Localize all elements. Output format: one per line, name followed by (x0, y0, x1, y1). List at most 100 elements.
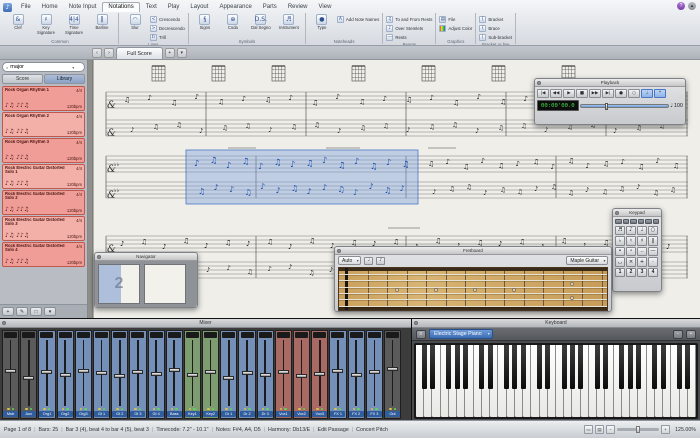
fader-handle[interactable] (151, 372, 162, 376)
edit-idea-button[interactable]: ✎ (16, 307, 28, 316)
ideas-search-input[interactable] (10, 64, 70, 70)
fader-handle[interactable] (351, 373, 362, 377)
sub-bracket-button[interactable]: ⌊Sub-bracket (479, 33, 512, 41)
black-key[interactable] (463, 345, 468, 389)
fretboard-title-bar[interactable]: Fretboard (335, 247, 611, 255)
keypad-key[interactable]: ◡ (615, 257, 625, 267)
keyboard-title-bar[interactable]: Keyboard (412, 319, 700, 328)
stop-button[interactable]: ■ (576, 89, 588, 98)
black-key[interactable] (430, 345, 435, 389)
mute-indicator[interactable] (298, 408, 301, 411)
solo-indicator[interactable] (66, 408, 69, 411)
solo-indicator[interactable] (394, 408, 397, 411)
solo-indicator[interactable] (121, 408, 124, 411)
solo-indicator[interactable] (212, 408, 215, 411)
mixer-strip-vox2[interactable]: Vox2 (293, 330, 310, 419)
keypad-layout-tab[interactable] (623, 219, 630, 224)
rests-button[interactable]: —Rests (386, 33, 432, 41)
fader-handle[interactable] (78, 369, 89, 373)
solo-indicator[interactable] (157, 408, 160, 411)
fader-handle[interactable] (387, 367, 398, 371)
close-icon[interactable] (414, 321, 418, 325)
mixer-strip-mstr[interactable]: Mstr (2, 330, 19, 419)
graphic-file-button[interactable]: ▤File (439, 15, 472, 23)
coda-button[interactable]: ⊕Coda (220, 13, 246, 31)
mute-indicator[interactable] (153, 408, 156, 411)
solo-indicator[interactable] (375, 408, 378, 411)
slur-button[interactable]: ◠Slur (122, 13, 148, 31)
close-icon[interactable] (615, 211, 619, 215)
playback-title-bar[interactable]: Playback (535, 79, 685, 87)
clef-button[interactable]: &Clef (5, 13, 31, 31)
mute-indicator[interactable] (171, 408, 174, 411)
idea-item[interactable]: Rock Electric Guitar Distorted Solo 24/4… (2, 190, 85, 215)
keypad-key[interactable]: ‥ (637, 247, 647, 257)
fader-handle[interactable] (314, 372, 325, 376)
instrument-button[interactable]: ♬Instrument (276, 13, 302, 31)
fader-handle[interactable] (96, 371, 107, 375)
mute-indicator[interactable] (7, 408, 10, 411)
mixer-strip-out[interactable]: Out (384, 330, 401, 419)
tab-full-score[interactable]: Full Score (116, 47, 163, 59)
keypad-key[interactable]: ♩ (637, 226, 647, 236)
black-key[interactable] (603, 345, 608, 389)
fader-handle[interactable] (260, 373, 271, 377)
solo-indicator[interactable] (175, 408, 178, 411)
mute-indicator[interactable] (189, 408, 192, 411)
fader-handle[interactable] (5, 369, 16, 373)
fader-handle[interactable] (296, 374, 307, 378)
new-tab-button[interactable]: + (165, 48, 175, 58)
fretboard-note-icon[interactable]: ♩ (364, 257, 373, 265)
solo-indicator[interactable] (139, 408, 142, 411)
mute-indicator[interactable] (43, 408, 46, 411)
black-key[interactable] (652, 345, 657, 389)
idea-menu-button[interactable]: ▾ (44, 307, 56, 316)
ribbon-tab-play[interactable]: Play (163, 3, 185, 12)
mixer-strip-key1[interactable]: Key1 (184, 330, 201, 419)
keypad-key[interactable]: ♮ (626, 236, 636, 246)
ideas-tab-score[interactable]: Score (2, 74, 43, 84)
black-key[interactable] (619, 345, 624, 389)
idea-item[interactable]: Rock Electric Guitar Distorted Solo 14/4… (2, 164, 85, 189)
fader-handle[interactable] (41, 370, 52, 374)
over-stemlets-button[interactable]: ♪Over Stemlets (386, 24, 432, 32)
keypad-key[interactable]: × (626, 257, 636, 267)
black-key[interactable] (570, 345, 575, 389)
mixer-strip-org1[interactable]: Org1 (38, 330, 55, 419)
mixer-strip-dr-2[interactable]: Dr 2 (238, 330, 255, 419)
keypad-key[interactable]: ♬ (615, 226, 625, 236)
black-key[interactable] (595, 345, 600, 389)
idea-info-button[interactable]: □ (30, 307, 42, 316)
navigator-page-thumb[interactable]: 2 (98, 264, 140, 304)
mute-indicator[interactable] (334, 408, 337, 411)
fader-handle[interactable] (223, 376, 234, 380)
mute-indicator[interactable] (62, 408, 65, 411)
mute-indicator[interactable] (316, 408, 319, 411)
black-key[interactable] (422, 345, 427, 389)
mixer-strip-org3[interactable]: Org3 (75, 330, 92, 419)
keyboard-smaller-button[interactable]: − (673, 330, 683, 339)
mixer-strip-org2[interactable]: Org2 (57, 330, 74, 419)
ribbon-tab-text[interactable]: Text (141, 3, 162, 12)
solo-indicator[interactable] (84, 408, 87, 411)
idea-item[interactable]: Rock Electric Guitar Distorted Solo 44/4… (2, 242, 85, 267)
barline-button[interactable]: ‖Barline (89, 13, 115, 31)
black-key[interactable] (562, 345, 567, 389)
ribbon-tab-parts[interactable]: Parts (258, 3, 282, 12)
type-button[interactable]: ●Type (309, 13, 335, 31)
help-icon[interactable]: ? (677, 2, 685, 10)
ribbon-tab-note-input[interactable]: Note Input (64, 3, 102, 12)
solo-indicator[interactable] (48, 408, 51, 411)
keypad-layout-tab[interactable] (645, 219, 652, 224)
black-key[interactable] (545, 345, 550, 389)
rewind-button[interactable]: ◀◀ (550, 89, 562, 98)
zoom-slider[interactable] (617, 428, 659, 431)
black-key[interactable] (512, 345, 517, 389)
ribbon-tab-file[interactable]: File (16, 3, 36, 12)
solo-indicator[interactable] (321, 408, 324, 411)
go-to-end-button[interactable]: ▶| (602, 89, 614, 98)
idea-item[interactable]: Rock Electric Guitar Distorted Solo 34/4… (2, 216, 85, 241)
solo-indicator[interactable] (357, 408, 360, 411)
mixer-strip-fx-3[interactable]: FX 3 (366, 330, 383, 419)
mute-indicator[interactable] (371, 408, 374, 411)
